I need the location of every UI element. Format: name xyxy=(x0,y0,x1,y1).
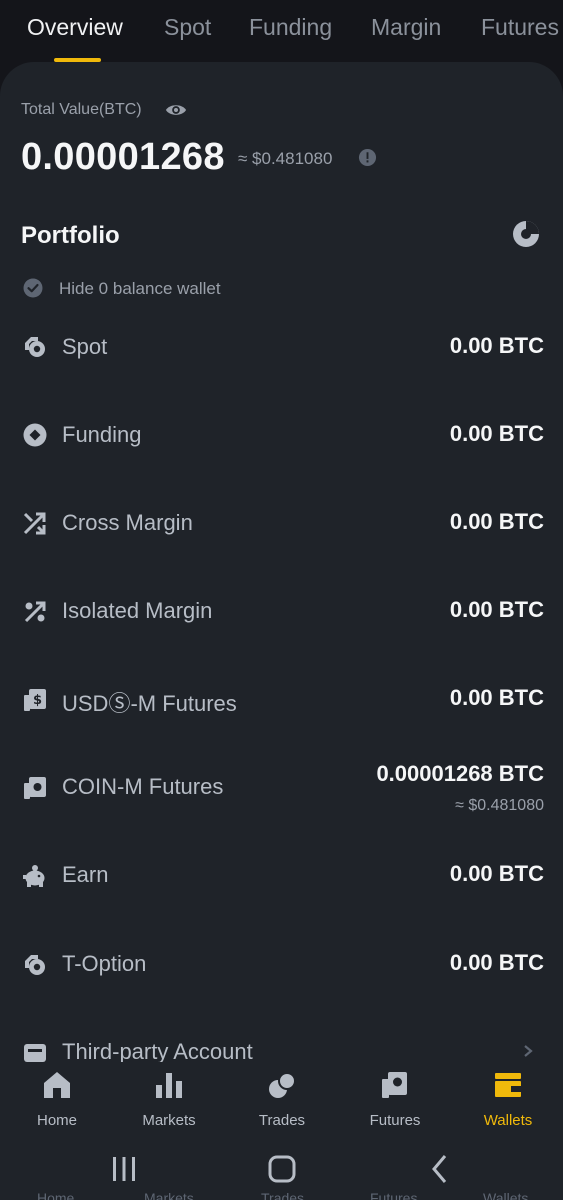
markets-icon xyxy=(156,1073,182,1098)
spot-icon xyxy=(25,337,45,357)
svg-text:$: $ xyxy=(33,693,42,708)
coin-futures-icon xyxy=(24,777,46,799)
account-row-t-option[interactable]: T-Option 0.00 BTC xyxy=(0,919,563,1007)
nav-home[interactable]: Home xyxy=(1,1062,113,1142)
home-icon xyxy=(44,1072,70,1098)
account-balance: 0.00 BTC xyxy=(449,333,544,358)
trades-icon xyxy=(269,1072,296,1098)
nav-trades[interactable]: Trades xyxy=(226,1062,338,1142)
ghost-label: Home xyxy=(37,1190,75,1200)
earn-icon xyxy=(23,865,45,887)
home-button-icon[interactable] xyxy=(262,1152,302,1186)
account-row-earn[interactable]: Earn 0.00 BTC xyxy=(0,830,563,918)
account-row-spot[interactable]: Spot 0.00 BTC xyxy=(0,302,563,390)
account-name: Earn xyxy=(62,862,109,887)
ghost-label: Wallets xyxy=(483,1190,529,1200)
usds-futures-icon: $ xyxy=(24,689,46,711)
account-row-coin-futures[interactable]: COIN-M Futures 0.00001268 BTC ≈ $0.48108… xyxy=(0,742,563,830)
recent-apps-icon[interactable] xyxy=(104,1152,144,1186)
pie-chart-icon[interactable] xyxy=(512,220,540,248)
nav-label: Home xyxy=(36,1112,77,1129)
account-row-cross-margin[interactable]: Cross Margin 0.00 BTC xyxy=(0,478,563,566)
account-name: USDⓈ-M Futures xyxy=(62,691,237,716)
account-name: Funding xyxy=(62,422,142,447)
tab-spot[interactable]: Spot xyxy=(164,14,211,41)
eye-icon[interactable] xyxy=(165,99,187,121)
tab-funding[interactable]: Funding xyxy=(249,14,332,41)
back-icon[interactable] xyxy=(420,1152,460,1186)
isolated-margin-icon xyxy=(24,601,46,623)
cross-margin-icon xyxy=(23,512,46,535)
tab-futures[interactable]: Futures xyxy=(481,14,559,41)
ghost-label: Futures xyxy=(370,1190,418,1200)
t-option-icon xyxy=(25,955,45,975)
nav-label: Markets xyxy=(142,1112,196,1129)
account-balance: 0.00 BTC xyxy=(449,597,544,622)
account-row-isolated-margin[interactable]: Isolated Margin 0.00 BTC xyxy=(0,566,563,654)
account-balance: 0.00 BTC xyxy=(449,861,544,886)
account-balance: 0.00 BTC xyxy=(449,509,544,534)
bottom-navigation: Home Markets Trades Futures Wallets xyxy=(0,1062,563,1142)
chevron-right-icon xyxy=(524,1045,533,1057)
nav-label: Futures xyxy=(369,1112,421,1129)
account-balance-usd: ≈ $0.481080 xyxy=(455,797,544,814)
account-name: Spot xyxy=(62,334,108,359)
funding-icon xyxy=(23,423,47,447)
portfolio-title: Portfolio xyxy=(21,222,120,249)
account-balance: 0.00001268 BTC xyxy=(376,761,544,786)
nav-markets[interactable]: Markets xyxy=(113,1062,225,1142)
info-icon[interactable] xyxy=(358,148,377,167)
account-name: COIN-M Futures xyxy=(62,774,224,799)
account-name: T-Option xyxy=(62,951,147,976)
nav-label: Wallets xyxy=(483,1112,533,1129)
wallet-tabs: Overview Spot Funding Margin Futures xyxy=(0,0,563,62)
account-row-funding[interactable]: Funding 0.00 BTC xyxy=(0,390,563,478)
account-balance: 0.00 BTC xyxy=(449,685,544,710)
nav-label: Trades xyxy=(258,1112,306,1129)
hide-zero-balance-label: Hide 0 balance wallet xyxy=(59,279,221,298)
total-value-amount: 0.00001268 xyxy=(21,136,225,178)
account-name: Cross Margin xyxy=(62,510,193,535)
ghost-label: Trades xyxy=(261,1190,305,1200)
account-name: Isolated Margin xyxy=(62,598,213,623)
check-circle-icon xyxy=(23,278,43,298)
account-balance: 0.00 BTC xyxy=(449,421,544,446)
nav-wallets[interactable]: Wallets xyxy=(452,1062,563,1142)
system-navigation-bar: Home Markets Trades Futures Wallets xyxy=(0,1142,563,1200)
futures-icon xyxy=(382,1072,407,1098)
total-value-usd: ≈ $0.481080 xyxy=(238,149,333,168)
nav-futures[interactable]: Futures xyxy=(339,1062,451,1142)
account-row-usds-futures[interactable]: $ USDⓈ-M Futures 0.00 BTC xyxy=(0,654,563,742)
ghost-label: Markets xyxy=(144,1190,194,1200)
account-balance: 0.00 BTC xyxy=(449,950,544,975)
total-value-label: Total Value(BTC) xyxy=(21,101,142,118)
tab-overview[interactable]: Overview xyxy=(27,14,123,41)
tab-margin[interactable]: Margin xyxy=(371,14,441,41)
wallet-icon xyxy=(495,1073,521,1097)
